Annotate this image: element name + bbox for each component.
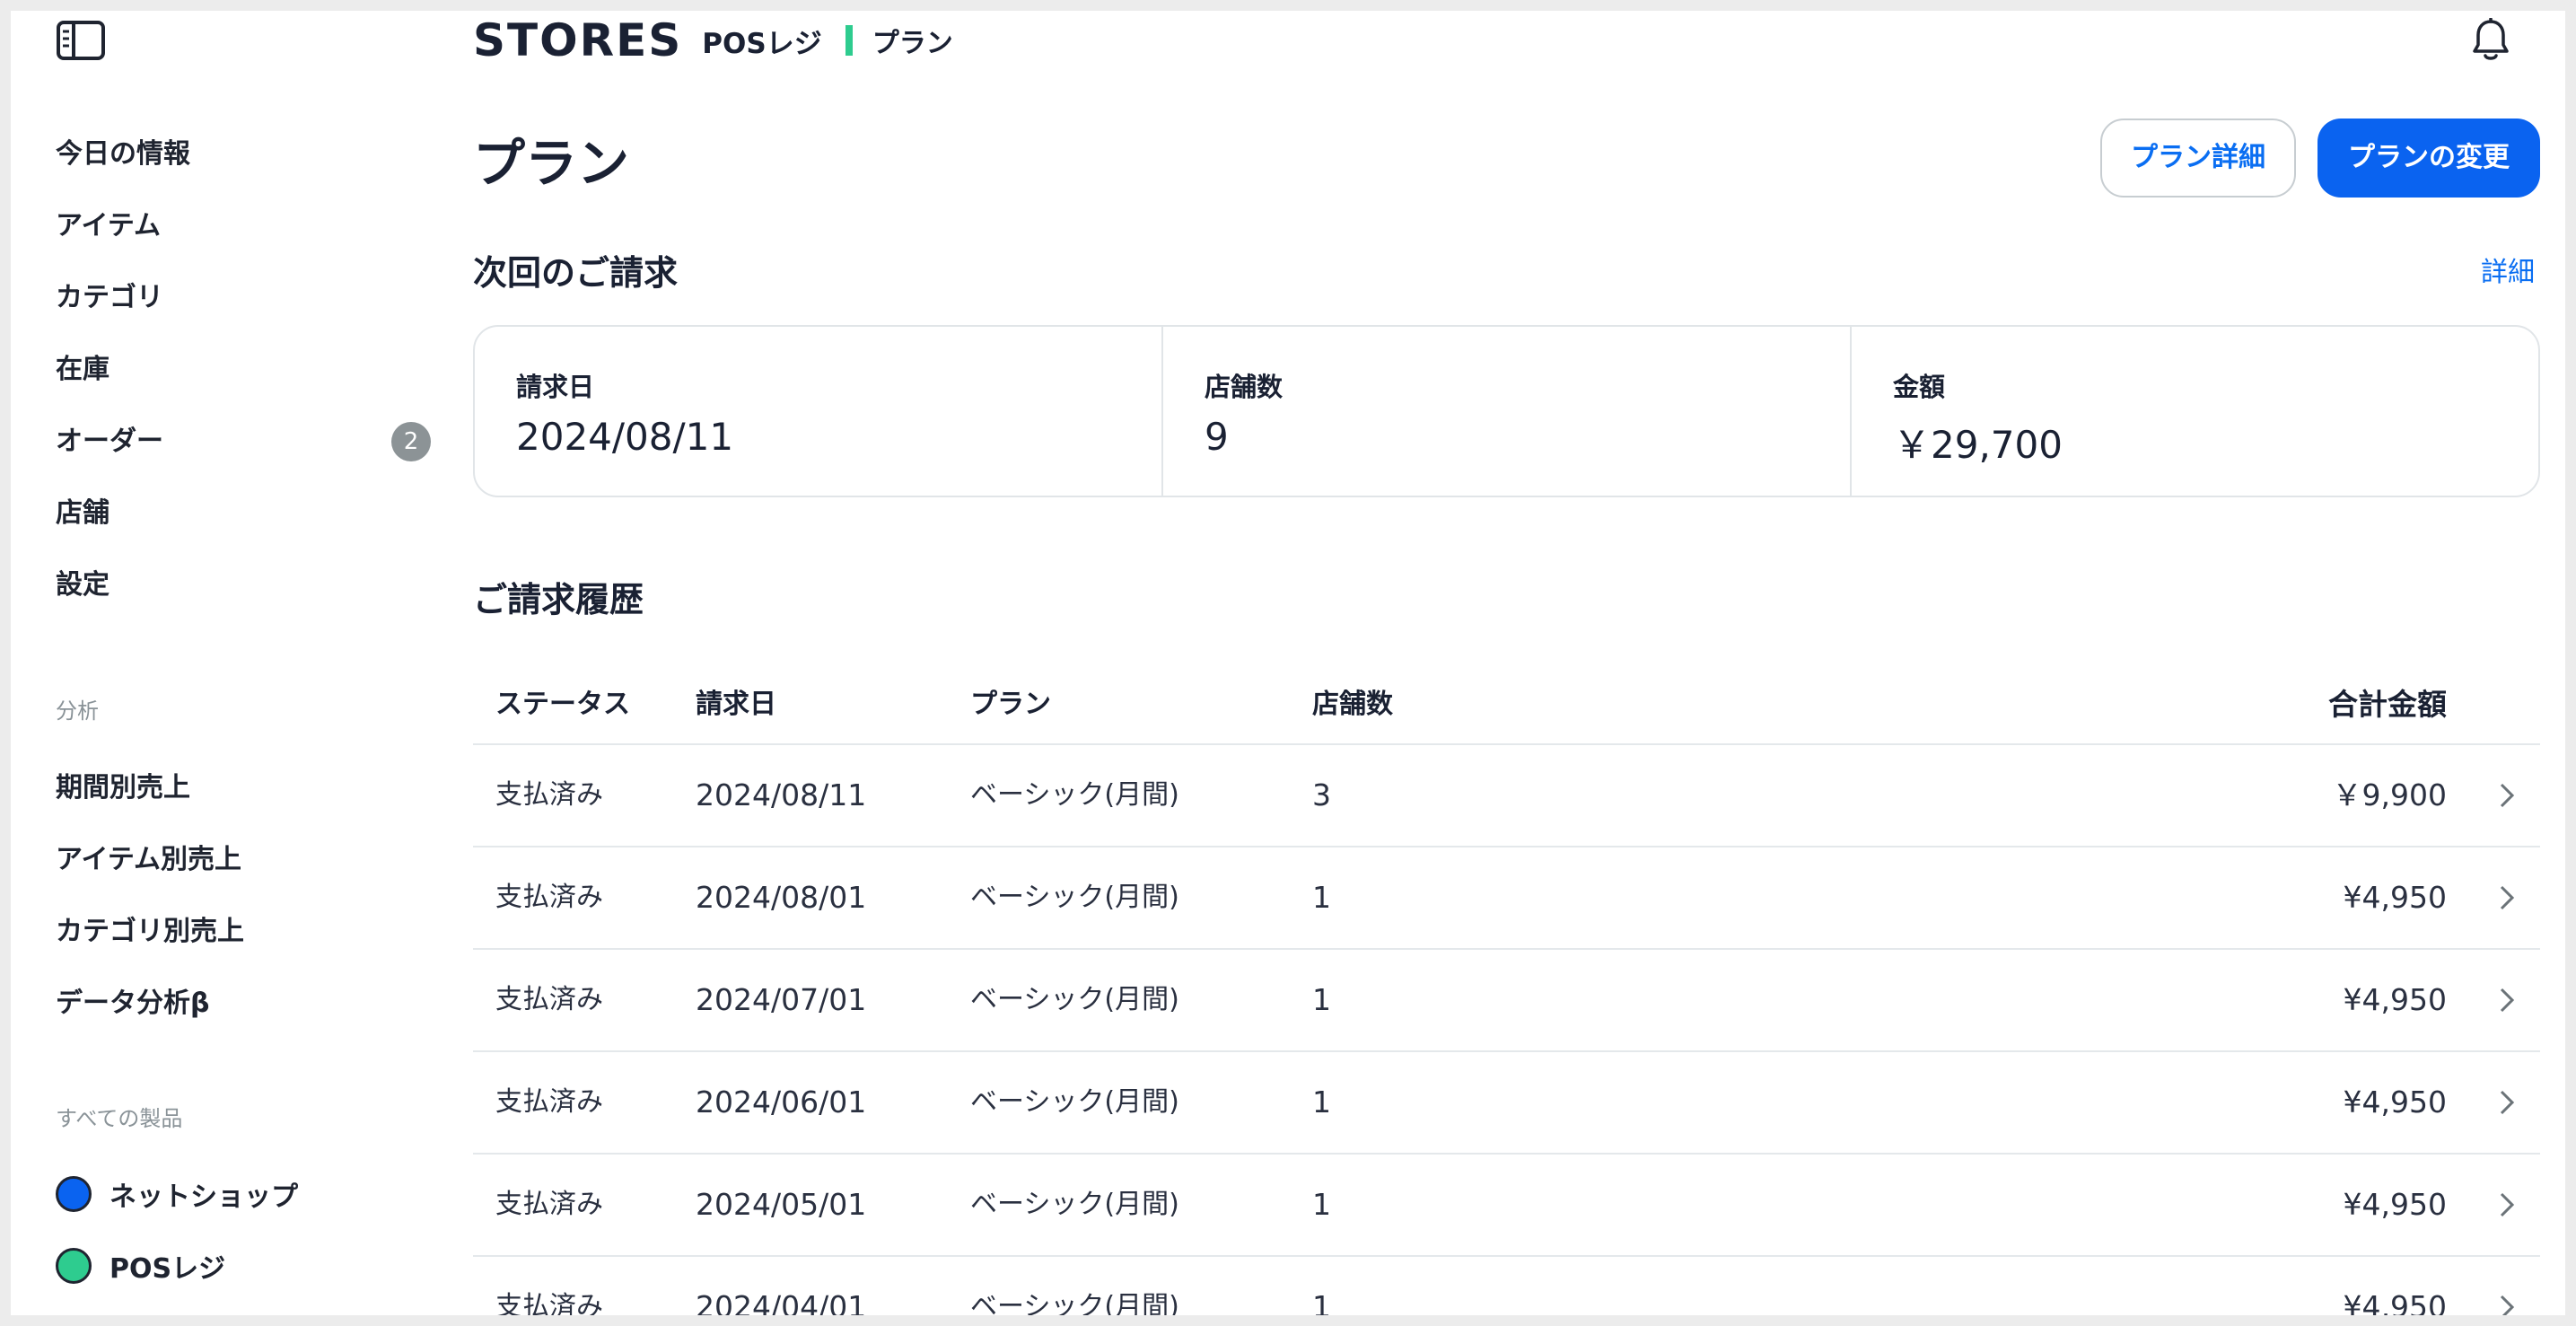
orders-count-badge: 2 [391,422,431,461]
breadcrumb: STORES POSレジ プラン [473,13,953,68]
row-total: ¥4,950 [2343,1289,2447,1315]
row-status: 支払済み [495,984,603,1015]
column-header-stores: 店舗数 [1312,689,1393,720]
table-row[interactable]: 支払済み 2024/07/01 ベーシック(月間) 1 ¥4,950 [473,950,2540,1052]
column-header-total: 合計金額 [2328,687,2447,722]
sidebar-item-items[interactable]: アイテム [56,206,161,246]
change-plan-button[interactable]: プランの変更 [2318,119,2540,198]
sidebar-section-all-products: すべての製品 [56,1106,183,1131]
breadcrumb-divider [845,25,853,56]
row-status: 支払済み [495,1189,603,1220]
row-status: 支払済み [495,779,603,811]
row-date: 2024/05/01 [696,1187,867,1222]
row-stores: 1 [1312,880,1331,915]
billing-date-label: 請求日 [516,372,595,402]
row-stores: 3 [1312,777,1331,812]
stores-logo[interactable]: STORES [473,14,682,66]
column-header-date: 請求日 [696,689,776,720]
breadcrumb-product: POSレジ [702,27,822,60]
app-window: 今日の情報 アイテム カテゴリ 在庫 オーダー 2 店舗 設定 分析 期間別売上… [11,11,2565,1315]
row-total: ￥9,900 [2332,777,2447,812]
column-header-status: ステータス [495,689,630,720]
amount-value: ￥29,700 [1893,423,2063,467]
product-label: ネットショップ [110,1181,298,1213]
store-count-label: 店舗数 [1205,372,1284,402]
product-link-pos[interactable]: POSレジ [56,1244,225,1287]
sidebar-item-settings[interactable]: 設定 [56,566,110,605]
row-date: 2024/06/01 [696,1085,867,1120]
table-row[interactable]: 支払済み 2024/08/01 ベーシック(月間) 1 ¥4,950 [473,847,2540,950]
amount-cell: 金額 ￥29,700 [1852,327,2538,496]
sidebar-section-analytics: 分析 [56,698,99,724]
breadcrumb-page: プラン [872,28,953,59]
sidebar-item-sales-by-period[interactable]: 期間別売上 [56,768,190,808]
row-plan: ベーシック(月間) [970,984,1179,1015]
sidebar-item-sales-by-category[interactable]: カテゴリ別売上 [56,912,244,952]
row-date: 2024/04/01 [696,1289,867,1315]
row-total: ¥4,950 [2343,880,2447,915]
table-header: ステータス 請求日 プラン 店舗数 合計金額 [473,666,2540,745]
sidebar-item-data-analysis[interactable]: データ分析β [56,984,209,1023]
billing-history-table: ステータス 請求日 プラン 店舗数 合計金額 支払済み 2024/08/11 ベ… [473,666,2540,1315]
sidebar-item-stores[interactable]: 店舗 [56,494,110,533]
chevron-right-icon[interactable] [2497,1293,2517,1315]
billing-date-cell: 請求日 2024/08/11 [475,327,1163,496]
sidebar-item-orders[interactable]: オーダー [56,422,163,461]
row-stores: 1 [1312,1085,1331,1120]
row-plan: ベーシック(月間) [970,1189,1179,1220]
sidebar-item-today[interactable]: 今日の情報 [56,135,190,174]
billing-date-value: 2024/08/11 [516,415,734,459]
table-row[interactable]: 支払済み 2024/08/11 ベーシック(月間) 3 ￥9,900 [473,745,2540,847]
row-total: ¥4,950 [2343,1085,2447,1120]
row-status: 支払済み [495,882,603,913]
sidebar-toggle-icon[interactable] [56,20,106,61]
row-total: ¥4,950 [2343,1187,2447,1222]
row-stores: 1 [1312,1187,1331,1222]
table-row[interactable]: 支払済み 2024/06/01 ベーシック(月間) 1 ¥4,950 [473,1052,2540,1155]
next-billing-details-link[interactable]: 詳細 [2481,253,2535,293]
row-stores: 1 [1312,1289,1331,1315]
store-count-cell: 店舗数 9 [1163,327,1852,496]
row-plan: ベーシック(月間) [970,779,1179,811]
table-row[interactable]: 支払済み 2024/05/01 ベーシック(月間) 1 ¥4,950 [473,1155,2540,1257]
chevron-right-icon[interactable] [2497,1088,2517,1117]
row-plan: ベーシック(月間) [970,1086,1179,1118]
row-date: 2024/08/01 [696,880,867,915]
sidebar-item-inventory[interactable]: 在庫 [56,350,110,390]
plan-details-button[interactable]: プラン詳細 [2100,119,2296,198]
row-status: 支払済み [495,1086,603,1118]
chevron-right-icon[interactable] [2497,986,2517,1014]
table-row[interactable]: 支払済み 2024/04/01 ベーシック(月間) 1 ¥4,950 [473,1257,2540,1315]
next-billing-card: 請求日 2024/08/11 店舗数 9 金額 ￥29,700 [473,325,2540,497]
netshop-icon [56,1176,92,1212]
sidebar-item-sales-by-item[interactable]: アイテム別売上 [56,840,241,880]
row-date: 2024/07/01 [696,982,867,1017]
row-total: ¥4,950 [2343,982,2447,1017]
row-date: 2024/08/11 [696,777,867,812]
next-billing-title: 次回のご請求 [473,253,679,293]
chevron-right-icon[interactable] [2497,883,2517,912]
bell-icon[interactable] [2470,18,2511,63]
chevron-right-icon[interactable] [2497,781,2517,810]
amount-label: 金額 [1893,372,1946,402]
store-count-value: 9 [1205,415,1229,459]
pos-icon [56,1248,92,1284]
column-header-plan: プラン [970,689,1051,720]
sidebar-item-categories[interactable]: カテゴリ [56,278,163,318]
billing-history-title: ご請求履歴 [473,580,644,619]
page-title: プラン [473,133,630,194]
row-stores: 1 [1312,982,1331,1017]
row-status: 支払済み [495,1291,603,1315]
chevron-right-icon[interactable] [2497,1190,2517,1219]
product-label: POSレジ [110,1253,226,1285]
product-link-netshop[interactable]: ネットショップ [56,1172,298,1216]
row-plan: ベーシック(月間) [970,882,1179,913]
row-plan: ベーシック(月間) [970,1291,1179,1315]
